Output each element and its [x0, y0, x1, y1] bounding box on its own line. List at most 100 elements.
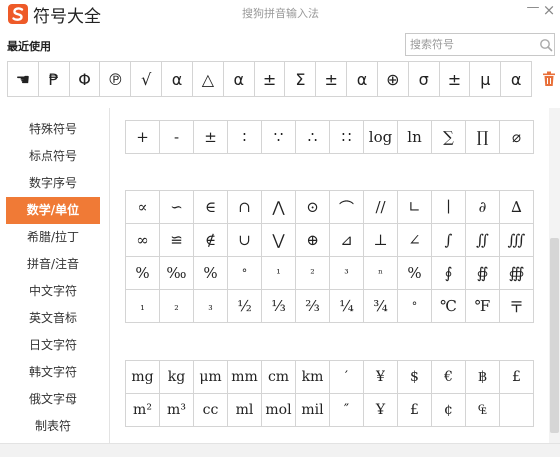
symbol-cell[interactable]: €	[431, 360, 466, 394]
symbol-cell[interactable]: ¥	[363, 360, 398, 394]
symbol-cell[interactable]: ⁿ	[363, 256, 398, 290]
symbol-cell[interactable]: ∈	[193, 190, 228, 224]
symbol-cell[interactable]: ⅓	[261, 289, 296, 323]
recent-symbol[interactable]: △	[193, 62, 224, 96]
symbol-cell[interactable]: 〒	[499, 289, 534, 323]
symbol-cell[interactable]: ⋁	[261, 223, 296, 257]
symbol-cell[interactable]: ⌒	[329, 190, 364, 224]
search-box[interactable]	[405, 33, 555, 56]
sidebar-item-8[interactable]: 日文字符	[6, 332, 100, 359]
symbol-cell[interactable]: ∶	[227, 120, 262, 154]
symbol-cell[interactable]: ⊿	[329, 223, 364, 257]
symbol-cell[interactable]: £	[499, 360, 534, 394]
symbol-cell[interactable]: mg	[125, 360, 160, 394]
symbol-cell[interactable]: ∵	[261, 120, 296, 154]
symbol-cell[interactable]: m²	[125, 393, 160, 427]
recent-symbol[interactable]: Φ	[70, 62, 101, 96]
symbol-cell[interactable]: km	[295, 360, 330, 394]
symbol-cell[interactable]: ∆	[499, 190, 534, 224]
symbol-cell[interactable]: ₂	[159, 289, 194, 323]
symbol-cell[interactable]: ln	[397, 120, 432, 154]
symbol-cell[interactable]: ∉	[193, 223, 228, 257]
symbol-cell[interactable]: ∬	[465, 223, 500, 257]
recent-symbol[interactable]: α	[162, 62, 193, 96]
symbol-cell[interactable]: ∴	[295, 120, 330, 154]
symbol-cell[interactable]: ∰	[499, 256, 534, 290]
symbol-cell[interactable]: ‰	[159, 256, 194, 290]
recent-symbol[interactable]: σ	[409, 62, 440, 96]
symbol-cell[interactable]: %	[397, 256, 432, 290]
symbol-cell[interactable]: cm	[261, 360, 296, 394]
symbol-cell[interactable]: ⊕	[295, 223, 330, 257]
symbol-cell[interactable]: ∂	[465, 190, 500, 224]
sidebar-item-6[interactable]: 中文字符	[6, 278, 100, 305]
recent-symbol[interactable]: ₱	[39, 62, 70, 96]
symbol-cell[interactable]: ∠	[397, 223, 432, 257]
sidebar-item-10[interactable]: 俄文字母	[6, 386, 100, 413]
symbol-cell[interactable]: ¢	[431, 393, 466, 427]
search-icon[interactable]	[539, 38, 553, 52]
symbol-cell[interactable]: ₁	[125, 289, 160, 323]
symbol-cell[interactable]: ⌀	[499, 120, 534, 154]
symbol-cell[interactable]: ∟	[397, 190, 432, 224]
symbol-cell[interactable]: ∞	[125, 223, 160, 257]
symbol-cell[interactable]	[499, 393, 534, 427]
symbol-cell[interactable]: ∷	[329, 120, 364, 154]
symbol-cell[interactable]: ⊥	[363, 223, 398, 257]
recent-symbol[interactable]: α	[347, 62, 378, 96]
symbol-cell[interactable]: ∏	[465, 120, 500, 154]
recent-symbol[interactable]: ±	[316, 62, 348, 96]
symbol-cell[interactable]: ³	[329, 256, 364, 290]
symbol-cell[interactable]: ½	[227, 289, 262, 323]
symbol-cell[interactable]: log	[363, 120, 398, 154]
symbol-cell[interactable]: °	[227, 256, 262, 290]
sidebar-item-9[interactable]: 韩文字符	[6, 359, 100, 386]
symbol-cell[interactable]: ₠	[465, 393, 500, 427]
symbol-cell[interactable]: +	[125, 120, 160, 154]
symbol-cell[interactable]: ∽	[159, 190, 194, 224]
symbol-cell[interactable]: mil	[295, 393, 330, 427]
symbol-cell[interactable]: £	[397, 393, 432, 427]
symbol-cell[interactable]: ¹	[261, 256, 296, 290]
close-button[interactable]: ×	[540, 1, 558, 19]
symbol-cell[interactable]: ℉	[465, 289, 500, 323]
symbol-cell[interactable]: ∭	[499, 223, 534, 257]
symbol-cell[interactable]: ∪	[227, 223, 262, 257]
sidebar-item-7[interactable]: 英文音标	[6, 305, 100, 332]
symbol-cell[interactable]: °	[397, 289, 432, 323]
symbol-cell[interactable]: %	[125, 256, 160, 290]
recent-symbol[interactable]: ⊕	[378, 62, 409, 96]
recent-symbol[interactable]: μ	[470, 62, 502, 96]
recent-symbol[interactable]: ☚	[8, 62, 39, 96]
sidebar-item-11[interactable]: 制表符	[6, 413, 100, 440]
symbol-cell[interactable]: ∩	[227, 190, 262, 224]
symbol-cell[interactable]: ∯	[465, 256, 500, 290]
recent-symbol[interactable]: α	[224, 62, 255, 96]
sidebar-item-5[interactable]: 拼音/注音	[6, 251, 100, 278]
symbol-cell[interactable]: ₃	[193, 289, 228, 323]
symbol-cell[interactable]: ∑	[431, 120, 466, 154]
sidebar-item-1[interactable]: 标点符号	[6, 143, 100, 170]
symbol-cell[interactable]: -	[159, 120, 194, 154]
symbol-cell[interactable]: mol	[261, 393, 296, 427]
symbol-cell[interactable]: ″	[329, 393, 364, 427]
recent-symbol[interactable]: √	[131, 62, 163, 96]
symbol-cell[interactable]: ′	[329, 360, 364, 394]
symbol-cell[interactable]: ∫	[431, 223, 466, 257]
symbol-cell[interactable]: ¾	[363, 289, 398, 323]
symbol-cell[interactable]: μm	[193, 360, 228, 394]
symbol-cell[interactable]: ml	[227, 393, 262, 427]
scrollbar-thumb[interactable]	[550, 238, 559, 433]
symbol-cell[interactable]: ฿	[465, 360, 500, 394]
symbol-cell[interactable]: ∮	[431, 256, 466, 290]
symbol-cell[interactable]: ℃	[431, 289, 466, 323]
symbol-cell[interactable]: ±	[193, 120, 228, 154]
symbol-cell[interactable]: //	[363, 190, 398, 224]
symbol-cell[interactable]: ⊙	[295, 190, 330, 224]
search-input[interactable]	[410, 36, 530, 53]
symbol-cell[interactable]: ⋀	[261, 190, 296, 224]
symbol-cell[interactable]: mm	[227, 360, 262, 394]
symbol-cell[interactable]: cc	[193, 393, 228, 427]
sidebar-item-3[interactable]: 数学/单位	[6, 197, 100, 224]
sidebar-item-0[interactable]: 特殊符号	[6, 116, 100, 143]
